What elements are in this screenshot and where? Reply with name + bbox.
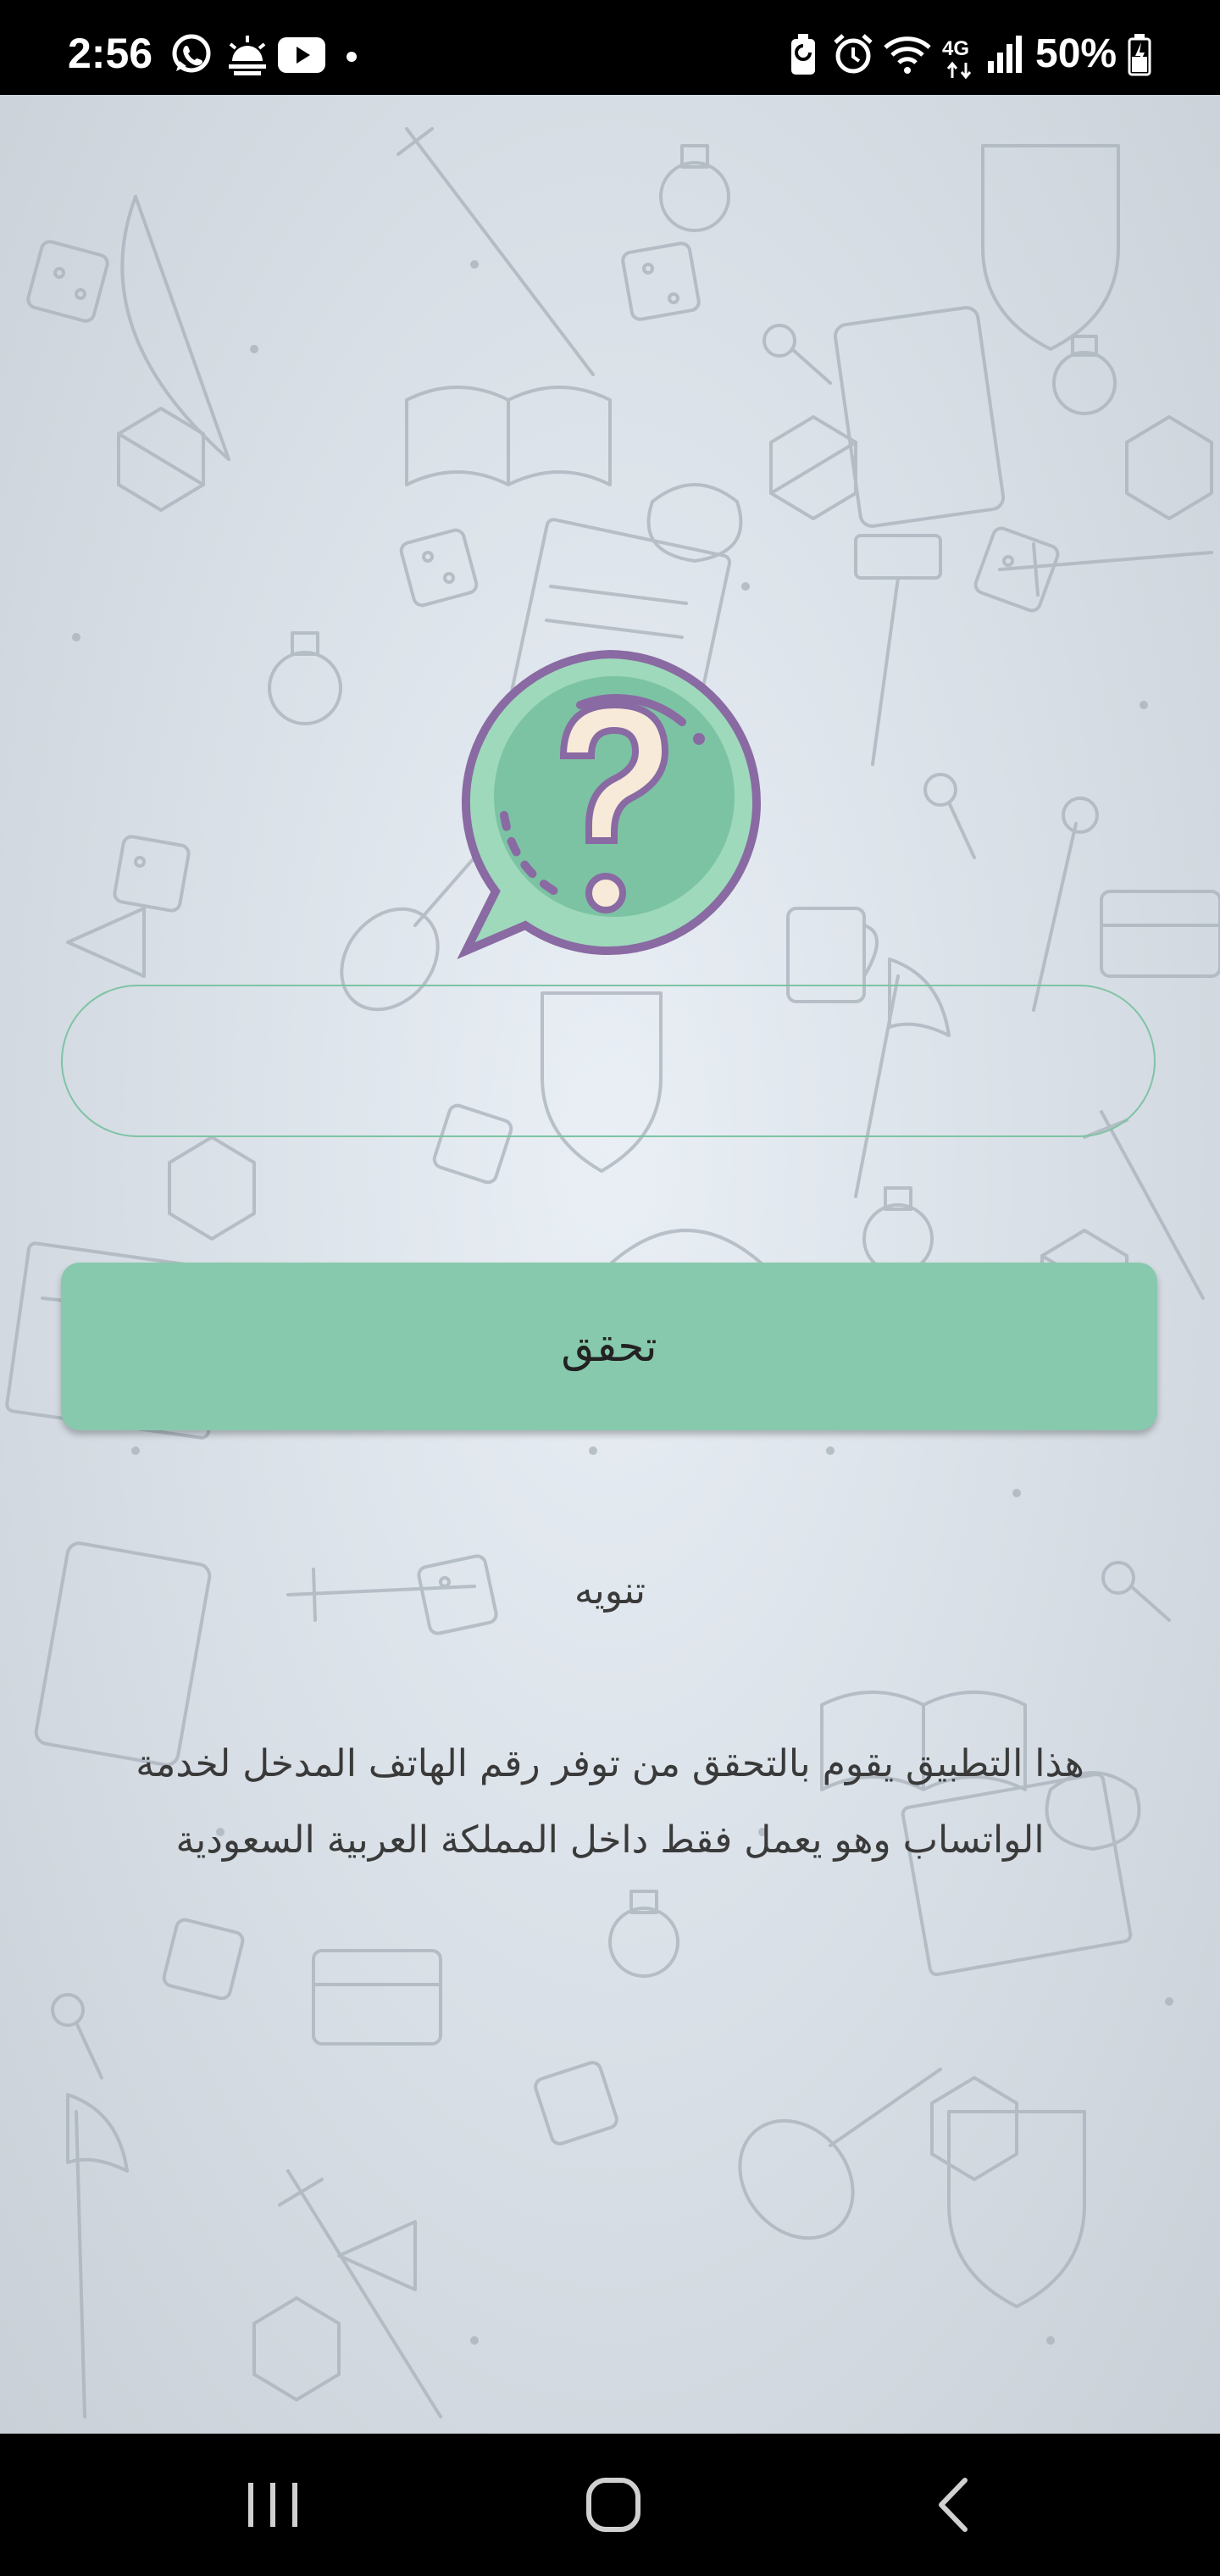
axe-doodle bbox=[66, 2093, 129, 2418]
key-doodle bbox=[762, 324, 832, 385]
dice-doodle bbox=[26, 240, 109, 323]
home-button[interactable] bbox=[546, 2434, 681, 2576]
shield-doodle bbox=[981, 144, 1120, 351]
data-arrows-icon bbox=[946, 61, 972, 80]
dice-doodle bbox=[534, 2061, 618, 2146]
potion-doodle bbox=[659, 144, 730, 232]
sword-doodle bbox=[278, 2169, 442, 2418]
home-icon bbox=[586, 2478, 640, 2532]
lute-doodle bbox=[738, 2068, 942, 2240]
potion-doodle bbox=[862, 1186, 934, 1274]
potion-doodle bbox=[1052, 335, 1117, 415]
chest-doodle bbox=[1100, 890, 1220, 978]
battery-saver-icon bbox=[791, 34, 815, 75]
dice-doodle bbox=[621, 242, 701, 321]
chest-doodle bbox=[312, 1949, 442, 2046]
hammer-doodle bbox=[854, 534, 942, 766]
recent-apps-icon bbox=[248, 2483, 297, 2527]
notice-text-line-1: هذا التطبيق يقوم بالتحقق من توفر رقم اله… bbox=[136, 1742, 1084, 1785]
bow-doodle bbox=[120, 195, 230, 461]
verify-button[interactable]: تحقق bbox=[61, 1263, 1157, 1430]
wifi-icon bbox=[884, 36, 931, 74]
battery-percent: 50% bbox=[1035, 31, 1117, 76]
dice-doodle bbox=[399, 528, 479, 608]
d20-doodle bbox=[252, 2296, 341, 2401]
dot-icon bbox=[347, 52, 357, 62]
sheet-doodle bbox=[901, 1772, 1133, 1977]
status-time: 2:56 bbox=[68, 30, 153, 77]
d20-doodle bbox=[168, 1135, 256, 1241]
scroll-doodle bbox=[833, 306, 1006, 528]
sword-doodle bbox=[396, 127, 595, 376]
youtube-icon bbox=[278, 37, 325, 73]
status-bar: 2:56 4G 50% bbox=[0, 0, 1220, 95]
sword-doodle bbox=[998, 542, 1213, 597]
phone-number-input[interactable] bbox=[61, 985, 1156, 1137]
d20-doodle bbox=[769, 415, 857, 520]
key-doodle bbox=[923, 773, 976, 859]
dice-doodle bbox=[113, 835, 191, 913]
back-icon bbox=[939, 2478, 968, 2532]
signal-icon bbox=[988, 36, 1022, 73]
potion-doodle bbox=[608, 1890, 679, 1978]
d20-doodle bbox=[1125, 415, 1213, 520]
notice-title: تنويه bbox=[574, 1569, 646, 1613]
verify-button-label: تحقق bbox=[561, 1322, 657, 1371]
notice-text-line-2: الواتساب وهو يعمل فقط داخل المملكة العرب… bbox=[175, 1818, 1045, 1862]
recent-apps-button[interactable] bbox=[205, 2434, 341, 2576]
alarm-icon bbox=[834, 34, 873, 74]
dice-doodle bbox=[162, 1918, 245, 2001]
navigation-bar bbox=[0, 2434, 1220, 2576]
network-type: 4G bbox=[942, 37, 970, 60]
scepter-doodle bbox=[1032, 797, 1099, 1012]
whatsapp-icon bbox=[172, 34, 211, 73]
d20-doodle bbox=[930, 2076, 1018, 2181]
book-doodle bbox=[405, 386, 612, 486]
weather-icon bbox=[229, 36, 266, 75]
key-doodle bbox=[51, 1993, 103, 2079]
potion-doodle bbox=[268, 631, 342, 725]
battery-icon bbox=[1128, 34, 1151, 76]
back-button[interactable] bbox=[886, 2434, 1022, 2576]
